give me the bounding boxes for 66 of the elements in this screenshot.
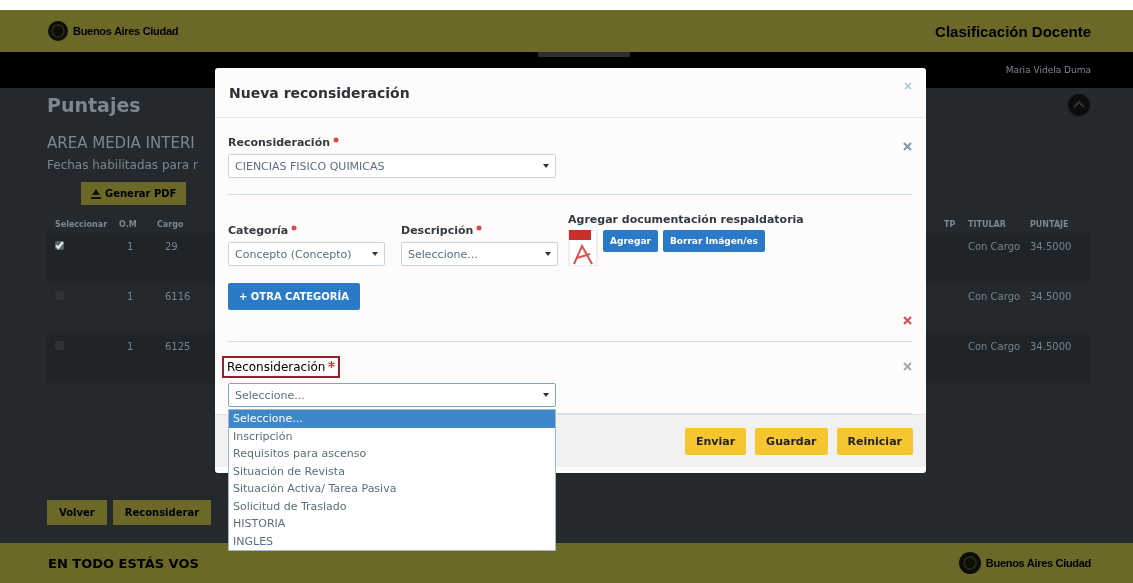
dialog-button[interactable]: Guardar bbox=[755, 427, 828, 455]
remove-icon[interactable] bbox=[903, 362, 912, 371]
dropdown-option[interactable]: Seleccione... bbox=[229, 410, 555, 428]
table-cell-text: Con Cargo bbox=[968, 241, 1022, 252]
close-icon[interactable] bbox=[904, 82, 912, 90]
column-header: TITULAR bbox=[968, 219, 1007, 229]
page-button[interactable]: Reconsiderar bbox=[112, 500, 212, 525]
column-header: TP bbox=[944, 219, 957, 229]
app-title: Clasificación Docente bbox=[935, 22, 1091, 40]
table-cell-text: 29 bbox=[165, 241, 179, 252]
table-cell-text: 6125 bbox=[165, 341, 192, 352]
table-cell-text: 1 bbox=[127, 291, 135, 302]
table-cell-text: 1 bbox=[127, 341, 135, 352]
scroll-top-icon[interactable] bbox=[1068, 94, 1090, 116]
page-title: Puntajes bbox=[47, 94, 141, 116]
reconsideration-select[interactable]: Seleccione... bbox=[228, 383, 556, 407]
pdf-file-icon bbox=[568, 230, 598, 266]
field-label: Descripción bbox=[401, 224, 474, 237]
dropdown-option[interactable]: Solicitud de Traslado bbox=[229, 497, 555, 515]
dialog-button[interactable]: Reiniciar bbox=[836, 427, 913, 455]
caret-icon bbox=[543, 164, 549, 168]
field-label: Reconsideración bbox=[227, 360, 326, 374]
dialog-title: Nueva reconsideración bbox=[229, 84, 410, 101]
table-cell-text: 34.5000 bbox=[1030, 291, 1073, 302]
remove-icon[interactable] bbox=[903, 316, 912, 325]
caret-icon bbox=[372, 252, 378, 256]
field-label: Reconsideración bbox=[228, 136, 331, 149]
column-header: Cargo bbox=[157, 219, 185, 229]
page-button[interactable]: Volver bbox=[47, 500, 107, 525]
table-cell-text: 1 bbox=[127, 241, 135, 252]
table-cell-text: 6116 bbox=[165, 291, 192, 302]
table-cell-text: Con Cargo bbox=[968, 341, 1022, 352]
brand-name: Buenos Aires Ciudad bbox=[73, 25, 179, 37]
column-header: O.M bbox=[119, 219, 138, 229]
footer-brand: Buenos Aires Ciudad bbox=[985, 557, 1091, 569]
table-cell-text: 34.5000 bbox=[1030, 341, 1073, 352]
attachments-label: Agregar documentación respaldatoria bbox=[568, 213, 804, 226]
dialog-button[interactable]: Enviar bbox=[684, 427, 747, 455]
column-header: Seleccionar bbox=[54, 219, 109, 229]
caret-icon bbox=[545, 252, 551, 256]
attachment-button[interactable]: Agregar bbox=[603, 230, 658, 252]
dropdown-option[interactable]: Inscripción bbox=[229, 427, 555, 445]
table-cell-text: 34.5000 bbox=[1030, 241, 1073, 252]
generate-pdf-button[interactable]: Generar PDF bbox=[81, 182, 187, 205]
dropdown-option[interactable]: Situación Activa/ Tarea Pasiva bbox=[229, 480, 555, 498]
remove-icon[interactable] bbox=[903, 142, 912, 151]
category-select[interactable]: Concepto (Concepto) bbox=[228, 242, 385, 266]
add-category-button[interactable]: + OTRA CATEGORÍA bbox=[228, 283, 360, 310]
city-logo-icon bbox=[48, 21, 68, 41]
dropdown-option[interactable]: INGLES bbox=[229, 532, 555, 550]
footer-slogan: EN TODO ESTÁS VOS bbox=[48, 555, 199, 571]
dropdown-option[interactable]: Requisitos para ascenso bbox=[229, 445, 555, 463]
area-heading: AREA MEDIA INTERI bbox=[47, 134, 195, 152]
table-cell-text: Con Cargo bbox=[968, 291, 1022, 302]
description-select[interactable]: Seleccione... bbox=[401, 242, 558, 266]
attachment-button[interactable]: Borrar Imágen/es bbox=[662, 230, 765, 252]
column-header: PUNTAJE bbox=[1030, 219, 1070, 229]
caret-icon bbox=[543, 393, 549, 397]
dropdown-option[interactable]: HISTORIA bbox=[229, 515, 555, 533]
city-logo-icon bbox=[958, 552, 981, 574]
reconsideration-select[interactable]: CIENCIAS FISICO QUIMICAS bbox=[228, 154, 556, 178]
user-menu[interactable]: Maria Videla Duma bbox=[1005, 65, 1091, 75]
field-label: Categoría bbox=[228, 224, 289, 237]
row-checkbox[interactable] bbox=[55, 241, 64, 250]
dropdown-option[interactable]: Situación de Revista bbox=[229, 462, 555, 480]
dates-note: Fechas habilitadas para r bbox=[47, 158, 198, 172]
